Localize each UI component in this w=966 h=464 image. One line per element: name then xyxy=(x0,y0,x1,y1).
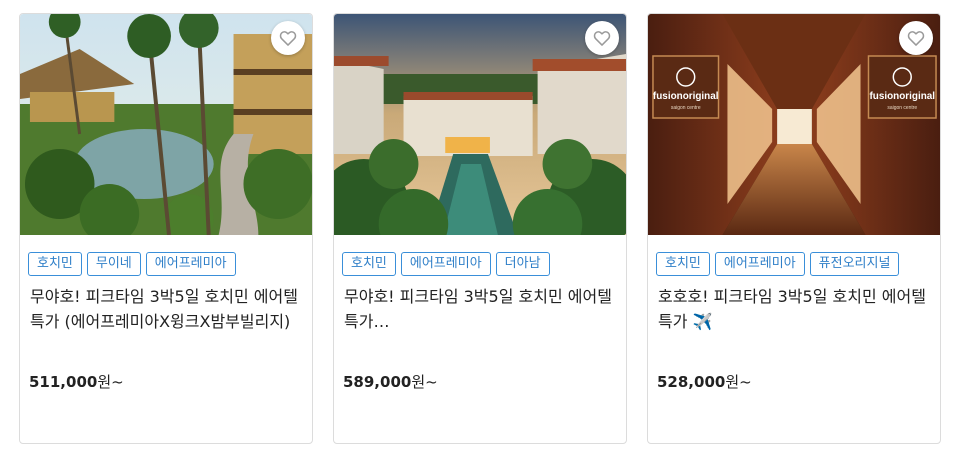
price-suffix: 원~ xyxy=(725,373,752,391)
product-image[interactable] xyxy=(20,14,312,235)
product-price: 511,000원~ xyxy=(29,371,124,392)
sign-subtext-left: saigon centre xyxy=(671,105,701,111)
sign-text-right: fusionoriginal xyxy=(869,91,935,102)
product-price: 589,000원~ xyxy=(343,371,438,392)
tag[interactable]: 에어프레미아 xyxy=(145,252,236,276)
price-amount: 528,000 xyxy=(657,373,726,391)
tag[interactable]: 더아남 xyxy=(495,252,550,276)
tag[interactable]: 무이네 xyxy=(86,252,141,276)
product-price: 528,000원~ xyxy=(657,371,752,392)
tag-list: 호치민 에어프레미아 퓨전오리지널 xyxy=(648,235,940,276)
tag[interactable]: 호치민 xyxy=(342,252,396,276)
tropical-resort-image xyxy=(20,14,312,235)
tag-list: 호치민 에어프레미아 더아남 xyxy=(334,235,626,276)
price-suffix: 원~ xyxy=(97,373,124,391)
product-title[interactable]: 무야호! 피크타임 3박5일 호치민 에어텔 특가 (에어프레미아X윙크X밤부빌… xyxy=(30,284,302,334)
heart-outline-icon xyxy=(907,31,925,46)
product-card[interactable]: 호치민 에어프레미아 더아남 무야호! 피크타임 3박5일 호치민 에어텔 특가… xyxy=(333,13,627,444)
favorite-button[interactable] xyxy=(271,21,305,55)
tag[interactable]: 호치민 xyxy=(656,252,710,276)
product-title[interactable]: 무야호! 피크타임 3박5일 호치민 에어텔 특가 (에어프레미아X윙크X더아남… xyxy=(344,284,616,334)
product-card-grid: 호치민 무이네 에어프레미아 무야호! 피크타임 3박5일 호치민 에어텔 특가… xyxy=(0,0,966,464)
sign-subtext-right: saigon centre xyxy=(887,105,917,111)
tag[interactable]: 에어프레미아 xyxy=(714,252,805,276)
favorite-button[interactable] xyxy=(585,21,619,55)
product-card[interactable]: 호치민 무이네 에어프레미아 무야호! 피크타임 3박5일 호치민 에어텔 특가… xyxy=(19,13,313,444)
resort-pool-image xyxy=(334,14,626,235)
heart-outline-icon xyxy=(593,31,611,46)
tag[interactable]: 에어프레미아 xyxy=(400,252,491,276)
sign-text-left: fusionoriginal xyxy=(653,91,719,102)
product-title[interactable]: 호호호! 피크타임 3박5일 호치민 에어텔 특가 ✈️ xyxy=(658,284,930,334)
product-image[interactable] xyxy=(334,14,626,235)
product-image[interactable]: fusionoriginal saigon centre fusionorigi… xyxy=(648,14,940,235)
price-suffix: 원~ xyxy=(411,373,438,391)
heart-outline-icon xyxy=(279,31,297,46)
tag[interactable]: 호치민 xyxy=(28,252,82,276)
product-card[interactable]: fusionoriginal saigon centre fusionorigi… xyxy=(647,13,941,444)
tag[interactable]: 퓨전오리지널 xyxy=(809,252,900,276)
price-amount: 589,000 xyxy=(343,373,412,391)
price-amount: 511,000 xyxy=(29,373,98,391)
hotel-corridor-image: fusionoriginal saigon centre fusionorigi… xyxy=(648,14,940,235)
favorite-button[interactable] xyxy=(899,21,933,55)
tag-list: 호치민 무이네 에어프레미아 xyxy=(20,235,312,276)
